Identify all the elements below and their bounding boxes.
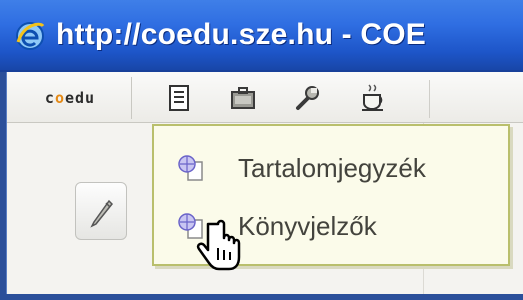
window-frame-bottom (0, 294, 523, 300)
logo-text: coedu (44, 89, 96, 107)
title-bar[interactable]: http://coedu.sze.hu - COE (0, 0, 523, 72)
wrench-icon[interactable] (293, 84, 321, 112)
globe-page-icon (178, 155, 203, 181)
toolbar-separator (429, 80, 430, 118)
menu-item-tartalomjegyzek[interactable]: Tartalomjegyzék (154, 140, 508, 196)
coffee-cup-icon[interactable] (359, 84, 387, 112)
ie-icon (16, 22, 45, 50)
document-list-icon[interactable] (165, 84, 193, 112)
menu-item-label: Tartalomjegyzék (238, 153, 426, 183)
coedu-logo[interactable]: coedu (9, 77, 132, 119)
window-title: http://coedu.sze.hu - COE (56, 18, 426, 51)
edit-button[interactable] (75, 182, 127, 240)
briefcase-icon[interactable] (229, 84, 257, 112)
toolbar: coedu (7, 72, 523, 123)
menu-item-label: Könyvjelzők (238, 211, 377, 241)
hand-pointer-icon (196, 219, 241, 271)
pencil-icon (90, 199, 114, 228)
